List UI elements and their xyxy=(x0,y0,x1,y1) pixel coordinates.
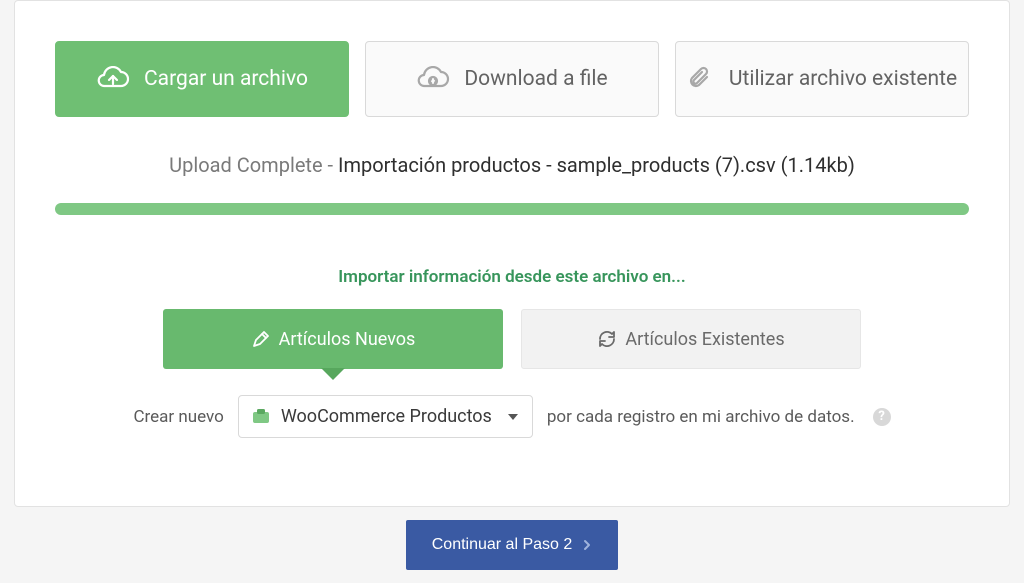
upload-progress-bar xyxy=(55,203,969,215)
upload-status: Upload Complete - Importación productos … xyxy=(55,153,969,177)
tab-new-items[interactable]: Artículos Nuevos xyxy=(163,309,503,369)
create-prefix: Crear nuevo xyxy=(133,407,223,427)
create-suffix: por cada registro en mi archivo de datos… xyxy=(547,407,855,427)
chevron-right-icon xyxy=(582,539,592,551)
continue-button[interactable]: Continuar al Paso 2 xyxy=(406,520,619,570)
woocommerce-icon xyxy=(251,407,271,427)
cloud-download-icon xyxy=(416,66,450,92)
pencil-icon xyxy=(251,329,271,349)
cloud-upload-icon xyxy=(96,66,130,92)
import-panel: Cargar un archivo Download a file Utiliz… xyxy=(14,0,1010,507)
status-filesize: (1.14kb) xyxy=(781,153,855,177)
post-type-select[interactable]: WooCommerce Productos xyxy=(238,395,533,438)
import-section-title: Importar información desde este archivo … xyxy=(55,267,969,287)
continue-label: Continuar al Paso 2 xyxy=(432,536,573,554)
caret-down-icon xyxy=(508,414,518,420)
import-mode-tabs: Artículos Nuevos Artículos Existentes xyxy=(55,309,969,369)
tab-existing-label: Utilizar archivo existente xyxy=(729,67,957,91)
tab-upload-file[interactable]: Cargar un archivo xyxy=(55,41,349,117)
refresh-icon xyxy=(597,329,617,349)
tab-existing-items-label: Artículos Existentes xyxy=(625,329,784,350)
attachment-icon xyxy=(687,65,715,93)
tab-existing-items[interactable]: Artículos Existentes xyxy=(521,309,861,369)
source-tabs: Cargar un archivo Download a file Utiliz… xyxy=(55,41,969,117)
tab-download-file[interactable]: Download a file xyxy=(365,41,659,117)
create-row: Crear nuevo WooCommerce Productos por ca… xyxy=(55,395,969,438)
status-prefix: Upload Complete xyxy=(169,153,322,177)
wizard-footer: Continuar al Paso 2 xyxy=(0,507,1024,583)
tab-upload-label: Cargar un archivo xyxy=(144,67,308,91)
tab-existing-file[interactable]: Utilizar archivo existente xyxy=(675,41,969,117)
tab-download-label: Download a file xyxy=(464,67,607,91)
help-icon[interactable]: ? xyxy=(873,408,891,426)
post-type-selected: WooCommerce Productos xyxy=(281,406,492,427)
tab-new-items-label: Artículos Nuevos xyxy=(279,329,416,350)
status-filename: Importación productos - sample_products … xyxy=(338,153,776,177)
